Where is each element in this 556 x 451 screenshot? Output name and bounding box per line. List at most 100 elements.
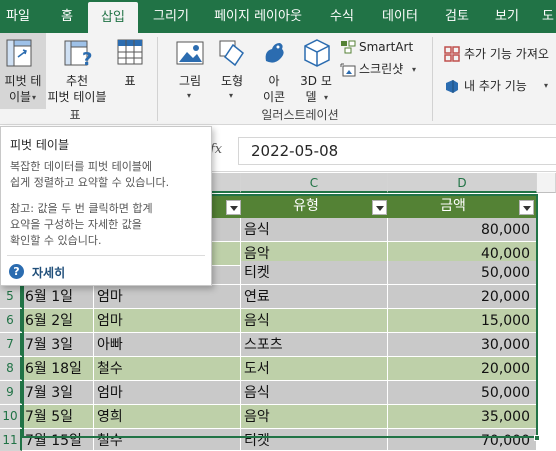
fill-handle[interactable]: [534, 435, 540, 441]
tab-file[interactable]: 파일: [0, 0, 36, 33]
icons-label-1: 아: [268, 74, 280, 88]
table-cell[interactable]: 영희: [94, 405, 241, 429]
table-cell[interactable]: 연료: [241, 285, 388, 309]
table-cell[interactable]: 음악: [241, 405, 388, 429]
table-cell[interactable]: 엄마: [94, 381, 241, 405]
row-header[interactable]: 10: [0, 405, 22, 428]
table-cell[interactable]: 음식: [241, 381, 388, 405]
filter-dropdown-b[interactable]: [226, 200, 241, 215]
pictures-label: 그림: [178, 74, 202, 88]
table-cell[interactable]: 7월 5일: [22, 405, 94, 429]
table-cell[interactable]: 35,000: [388, 405, 537, 429]
row-header[interactable]: 8: [0, 357, 22, 380]
row-header[interactable]: 11: [0, 429, 22, 451]
table-cell[interactable]: 30,000: [388, 333, 537, 357]
table-cell[interactable]: 티켓: [241, 261, 388, 285]
tab-page-layout[interactable]: 페이지 레이아웃: [210, 0, 306, 33]
tooltip-note-1: 참고: 값을 두 번 클릭하면 합계: [10, 202, 153, 215]
table-cell[interactable]: 50,000: [388, 381, 537, 405]
table-icon: [117, 39, 143, 65]
recommended-pivot-icon: ?: [64, 40, 92, 69]
3d-models-button[interactable]: 3D 모 델 ▾: [296, 33, 336, 109]
icons-button[interactable]: 아 이콘: [254, 33, 294, 109]
row-header[interactable]: 5: [0, 285, 22, 308]
smartart-icon: [341, 40, 356, 54]
tab-home[interactable]: 홈: [52, 0, 82, 33]
3d-models-label-2: 델: [305, 90, 317, 104]
screenshot-button[interactable]: 스크린샷 ▾: [340, 61, 424, 79]
tab-formulas[interactable]: 수식: [322, 0, 362, 33]
chevron-down-icon: ▾: [187, 91, 192, 100]
table-cell[interactable]: 6월 1일: [22, 285, 94, 309]
tab-data[interactable]: 데이터: [375, 0, 425, 33]
illustrations-group-label: 일러스트레이션: [261, 108, 339, 122]
3d-models-label-1: 3D 모: [300, 74, 332, 88]
pivot-table-button[interactable]: 피벗 테 이블 ▾: [0, 33, 46, 109]
smartart-button[interactable]: SmartArt: [340, 39, 416, 57]
column-header-d[interactable]: D: [388, 173, 537, 193]
get-addins-label: 추가 기능 가져오: [464, 47, 549, 61]
formula-input[interactable]: 2022-05-08: [238, 137, 556, 165]
my-addins-label: 내 추가 기능: [464, 79, 527, 93]
tooltip-note-3: 확인할 수 있습니다.: [10, 234, 102, 247]
table-cell[interactable]: 6월 2일: [22, 309, 94, 333]
icons-label-2: 이콘: [262, 90, 286, 104]
chevron-down-icon: ▾: [229, 91, 234, 100]
my-addins-button[interactable]: 내 추가 기능 ▾: [444, 77, 556, 97]
table-cell[interactable]: 엄마: [94, 285, 241, 309]
tooltip-note-2: 요약을 구성하는 자세한 값을: [10, 218, 142, 231]
column-header-e[interactable]: [537, 173, 556, 193]
table-cell[interactable]: 도서: [241, 357, 388, 381]
table-label: 표: [124, 74, 136, 88]
row-header[interactable]: 7: [0, 333, 22, 356]
table-cell[interactable]: 철수: [94, 357, 241, 381]
shapes-label: 도형: [220, 74, 244, 88]
row-header[interactable]: 6: [0, 309, 22, 332]
store-icon: [444, 46, 460, 62]
pivot-table-label-1: 피벗 테: [4, 74, 42, 88]
recommended-pivot-label-2: 피벗 테이블: [47, 90, 107, 104]
shapes-button[interactable]: 도형 ▾: [212, 33, 252, 109]
table-cell[interactable]: 70,000: [388, 429, 537, 451]
tab-insert[interactable]: 삽입: [88, 2, 138, 33]
chevron-down-icon: ▾: [544, 81, 549, 90]
tell-me-more-link[interactable]: 자세히: [32, 264, 65, 281]
help-icon[interactable]: ?: [9, 264, 24, 279]
table-cell[interactable]: 20,000: [388, 357, 537, 381]
table-cell[interactable]: 음식: [241, 218, 388, 242]
filter-dropdown-d[interactable]: [519, 200, 534, 215]
ribbon-insert-panel: 피벗 테 이블 ▾ ? 추천 피벗 테이블 표 표 그림 ▾ 도형 ▾ 아 이콘…: [0, 33, 556, 125]
pictures-button[interactable]: 그림 ▾: [170, 33, 210, 109]
column-header-c[interactable]: C: [241, 173, 388, 193]
table-cell[interactable]: 80,000: [388, 218, 537, 242]
table-cell[interactable]: 50,000: [388, 261, 537, 285]
table-button[interactable]: 표: [110, 33, 150, 109]
table-cell[interactable]: 엄마: [94, 309, 241, 333]
table-cell[interactable]: 아빠: [94, 333, 241, 357]
table-cell[interactable]: 티켓: [241, 429, 388, 451]
table-cell[interactable]: 철수: [94, 429, 241, 451]
icons-icon: [265, 43, 284, 63]
table-cell[interactable]: 스포츠: [241, 333, 388, 357]
recommended-pivot-button[interactable]: ? 추천 피벗 테이블: [47, 33, 107, 109]
row-header[interactable]: 9: [0, 381, 22, 404]
tab-help[interactable]: 도: [538, 0, 556, 33]
ribbon-tab-bar: 파일 홈 삽입 그리기 페이지 레이아웃 수식 데이터 검토 보기 도: [0, 0, 556, 33]
table-cell[interactable]: 6월 18일: [22, 357, 94, 381]
tooltip-description-1: 복잡한 데이터를 피벗 테이블에: [10, 160, 153, 173]
table-cell[interactable]: 15,000: [388, 309, 537, 333]
table-cell[interactable]: 7월 15일: [22, 429, 94, 451]
table-cell[interactable]: 7월 3일: [22, 381, 94, 405]
get-addins-button[interactable]: 추가 기능 가져오: [444, 45, 556, 65]
filter-dropdown-c[interactable]: [372, 200, 387, 215]
table-cell[interactable]: 20,000: [388, 285, 537, 309]
group-separator: [157, 37, 158, 121]
tab-review[interactable]: 검토: [438, 0, 476, 33]
tab-draw[interactable]: 그리기: [145, 0, 197, 33]
smartart-label: SmartArt: [359, 40, 414, 54]
screenshot-icon: [340, 63, 356, 77]
recommended-pivot-label-1: 추천: [65, 74, 89, 88]
tab-view[interactable]: 보기: [488, 0, 526, 33]
table-cell[interactable]: 음식: [241, 309, 388, 333]
table-cell[interactable]: 7월 3일: [22, 333, 94, 357]
